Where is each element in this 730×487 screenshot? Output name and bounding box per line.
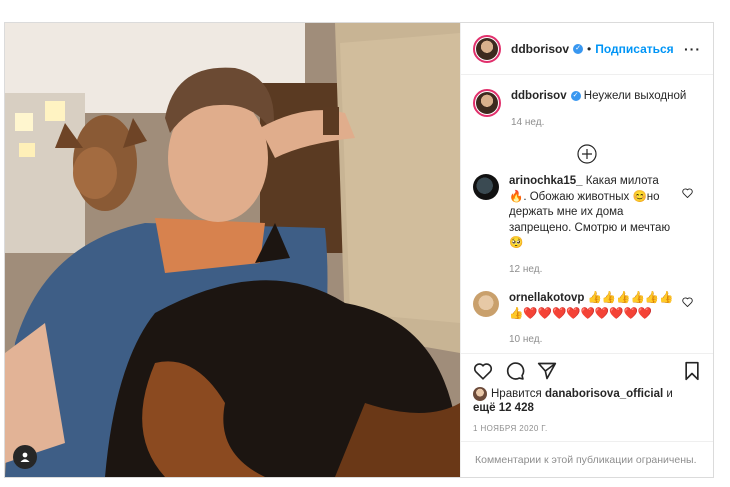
photo-illustration	[5, 23, 460, 477]
caption-avatar[interactable]	[473, 89, 501, 117]
comment-button[interactable]	[505, 361, 525, 381]
save-button[interactable]	[683, 361, 701, 381]
comment-like-heart-icon[interactable]	[682, 297, 693, 307]
heart-icon[interactable]	[473, 362, 493, 380]
post-photo[interactable]	[5, 23, 460, 477]
caption-text: Неужели выходной	[583, 90, 687, 102]
liker-avatar[interactable]	[473, 387, 487, 401]
load-more-comments-button[interactable]	[461, 130, 713, 168]
share-button[interactable]	[537, 361, 557, 381]
comment-time: 12 нед.	[509, 263, 543, 275]
like-button[interactable]	[473, 362, 493, 380]
likes-and: и	[663, 388, 673, 401]
follow-button[interactable]: Подписаться	[595, 42, 673, 56]
post-actions-bar	[461, 353, 713, 387]
author-avatar[interactable]	[473, 34, 501, 63]
caption-username[interactable]: ddborisov	[511, 90, 567, 102]
comment-icon[interactable]	[505, 361, 525, 381]
share-icon[interactable]	[537, 361, 557, 381]
post-header: ddborisov ✓ • Подписаться ···	[461, 23, 713, 75]
post-date[interactable]: 1 НОЯБРЯ 2020 Г.	[473, 424, 548, 433]
user-tag-icon[interactable]	[13, 445, 37, 469]
comment-username[interactable]: arinochka15_	[509, 175, 583, 187]
comments-closed-notice: Комментарии к этой публикации ограничены…	[461, 441, 713, 477]
likes-summary: Нравится danaborisova_official и ещё 12 …	[473, 387, 705, 415]
caption: ddborisov ✓ Неужели выходной 14 нед.	[461, 75, 713, 130]
verified-badge-icon: ✓	[570, 90, 581, 101]
likes-more-count[interactable]: ещё 12 428	[473, 402, 534, 414]
likes-username[interactable]: danaborisova_official	[545, 388, 663, 400]
post-modal: ddborisov ✓ • Подписаться ··· ddborisov ✓…	[4, 22, 714, 478]
verified-badge-icon: ✓	[573, 43, 584, 54]
comment-time: 10 нед.	[509, 334, 543, 345]
comment-item: arinochka15_ Какая милота 🔥. Обожаю живо…	[461, 168, 713, 277]
caption-time: 14 нед.	[511, 116, 545, 128]
commenter-avatar[interactable]	[473, 174, 499, 200]
author-username[interactable]: ddborisov	[511, 42, 569, 56]
plus-circle-icon[interactable]	[577, 144, 597, 164]
post-sidebar: ddborisov ✓ • Подписаться ··· ddborisov ✓…	[460, 23, 713, 477]
comment-username[interactable]: ornellakotovp	[509, 292, 584, 304]
comment-item: ornellakotovp 👍👍👍👍👍👍👍❤️❤️❤️❤️❤️❤️❤️❤️❤️ …	[461, 277, 713, 348]
comments-list[interactable]: ddborisov ✓ Неужели выходной 14 нед. arin…	[461, 75, 713, 353]
bookmark-icon[interactable]	[683, 361, 701, 381]
commenter-avatar[interactable]	[473, 291, 499, 317]
comment-like-heart-icon[interactable]	[682, 188, 693, 198]
separator-dot: •	[587, 41, 592, 56]
likes-prefix: Нравится	[491, 388, 545, 401]
more-options-icon[interactable]: ···	[684, 41, 701, 57]
